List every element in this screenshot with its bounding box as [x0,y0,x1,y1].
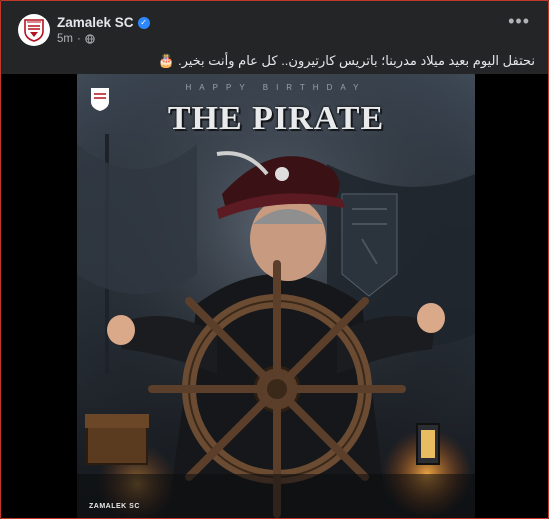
globe-icon[interactable] [85,34,95,44]
facebook-post: Zamalek SC ✓ 5m · ••• نحتفل اليوم بعيد م… [0,0,549,519]
post-meta: 5m · [57,33,95,45]
birthday-poster[interactable]: HAPPY BIRTHDAY THE PIRATE ZAMALEK SC [77,74,475,518]
verified-badge-icon: ✓ [137,16,150,29]
poster-artwork [77,74,475,518]
page-name-text[interactable]: Zamalek SC [57,15,134,30]
page-avatar[interactable] [18,14,50,46]
post-time[interactable]: 5m [57,33,73,45]
page-name[interactable]: Zamalek SC ✓ [57,15,150,30]
poster-subtitle: HAPPY BIRTHDAY [185,83,367,92]
zamalek-logo-icon [24,19,44,42]
post-caption: نحتفل اليوم بعيد ميلاد مدربنا؛ باتريس كا… [158,53,535,68]
more-options-icon[interactable]: ••• [508,12,530,30]
poster-brand: ZAMALEK SC [89,503,140,510]
post-media[interactable]: HAPPY BIRTHDAY THE PIRATE ZAMALEK SC [1,74,548,518]
poster-title: THE PIRATE [167,100,385,137]
meta-separator: · [76,33,81,45]
